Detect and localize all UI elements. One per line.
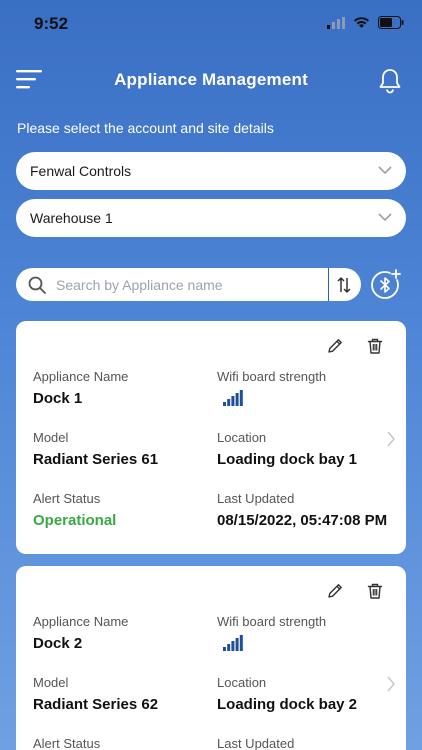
alert-status-label: Alert Status — [33, 736, 101, 750]
site-select-value: Warehouse 1 — [30, 210, 113, 226]
model-label: Model — [33, 430, 69, 445]
appliance-card: Appliance Name Dock 1 Wifi board strengt… — [16, 321, 406, 554]
appliance-card: Appliance Name Dock 2 Wifi board strengt… — [16, 566, 406, 750]
wifi-signal-bars-icon — [223, 390, 243, 406]
wifi-signal-bars-icon — [223, 635, 243, 651]
card-actions — [326, 582, 384, 600]
edit-pencil-icon[interactable] — [326, 582, 344, 600]
status-icons — [327, 16, 404, 29]
location-value: Loading dock bay 1 — [217, 451, 358, 468]
account-select-value: Fenwal Controls — [30, 163, 132, 179]
card-actions — [326, 337, 384, 355]
model-value: Radiant Series 62 — [33, 696, 159, 713]
alert-status-label: Alert Status — [33, 491, 101, 506]
account-select[interactable]: Fenwal Controls — [16, 152, 406, 190]
selection-instructions: Please select the account and site detai… — [17, 120, 274, 136]
site-select[interactable]: Warehouse 1 — [16, 199, 406, 237]
add-bluetooth-appliance-icon[interactable] — [370, 268, 402, 300]
wifi-strength-label: Wifi board strength — [217, 614, 327, 629]
chevron-right-icon[interactable] — [386, 676, 396, 692]
delete-trash-icon[interactable] — [366, 337, 384, 355]
chevron-down-icon — [378, 213, 392, 222]
search-bar — [16, 268, 361, 301]
last-updated-value: 08/15/2022, 05:47:08 PM — [217, 512, 388, 529]
appliance-name-label: Appliance Name — [33, 369, 129, 384]
status-time: 9:52 — [34, 14, 69, 33]
search-icon — [28, 276, 46, 294]
model-value: Radiant Series 61 — [33, 451, 159, 468]
app-header: Appliance Management — [0, 56, 422, 104]
alert-status-value: Operational — [33, 512, 117, 529]
delete-trash-icon[interactable] — [366, 582, 384, 600]
sort-icon[interactable] — [334, 275, 354, 295]
location-value: Loading dock bay 2 — [217, 696, 358, 713]
model-label: Model — [33, 675, 69, 690]
appliance-name-value: Dock 2 — [33, 635, 83, 652]
chevron-down-icon — [378, 166, 392, 175]
page-title: Appliance Management — [114, 70, 308, 89]
appliance-name-label: Appliance Name — [33, 614, 129, 629]
wifi-strength-label: Wifi board strength — [217, 369, 327, 384]
notification-bell-icon[interactable] — [378, 68, 402, 94]
location-label: Location — [217, 675, 267, 690]
edit-pencil-icon[interactable] — [326, 337, 344, 355]
appliance-name-value: Dock 1 — [33, 390, 83, 407]
battery-icon — [378, 16, 404, 29]
status-bar: 9:52 — [0, 0, 422, 48]
last-updated-label: Last Updated — [217, 736, 295, 750]
cellular-signal-icon — [327, 16, 345, 29]
last-updated-label: Last Updated — [217, 491, 295, 506]
chevron-right-icon[interactable] — [386, 431, 396, 447]
wifi-status-icon — [354, 16, 369, 28]
search-divider — [328, 268, 329, 301]
search-input[interactable] — [56, 268, 326, 301]
location-label: Location — [217, 430, 267, 445]
